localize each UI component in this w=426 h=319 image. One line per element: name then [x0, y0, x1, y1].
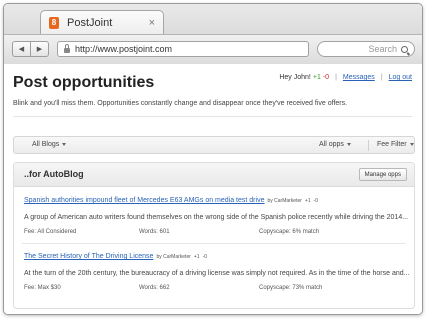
opportunity-author: by CarMarketer — [267, 198, 302, 204]
divider — [22, 243, 406, 244]
author-karma-positive: +1 — [304, 198, 311, 204]
browser-search-input[interactable]: Search — [317, 41, 415, 57]
chevron-down-icon — [346, 143, 351, 146]
navigation-bar: ◀ ▶ http://www.postjoint.com Search — [4, 34, 422, 64]
page-content: Post opportunities Hey John! +1 -0 | Mes… — [4, 64, 422, 314]
opportunity-title-row: Spanish authorities impound fleet of Mer… — [24, 197, 318, 204]
opportunity-excerpt: At the turn of the 20th century, the bur… — [24, 270, 410, 277]
opportunity-title-link[interactable]: Spanish authorities impound fleet of Mer… — [24, 197, 264, 204]
karma-negative: -0 — [322, 74, 330, 81]
opportunity-title-link[interactable]: The Secret History of The Driving Licens… — [24, 253, 153, 260]
forward-arrow-icon[interactable]: ▶ — [30, 42, 48, 56]
close-icon[interactable]: × — [149, 17, 155, 29]
logout-link[interactable]: Log out — [389, 74, 412, 81]
opportunity-copyscape: Copyscape: 6% match — [259, 229, 320, 235]
search-icon[interactable] — [401, 45, 408, 53]
browser-chrome: 8 PostJoint × ◀ ▶ http://www.postjoint.c… — [4, 4, 422, 64]
browser-tab[interactable]: 8 PostJoint × — [40, 10, 164, 34]
opportunity-fee: Fee: All Considered — [24, 229, 77, 235]
opportunity-fee: Fee: Max $30 — [24, 285, 61, 291]
all-opps-label: All opps — [319, 141, 344, 148]
browser-window: 8 PostJoint × ◀ ▶ http://www.postjoint.c… — [3, 3, 423, 315]
opportunity-words: Words: 662 — [139, 285, 170, 291]
user-bar: Hey John! +1 -0 | Messages | Log out — [279, 74, 412, 81]
lock-icon — [64, 43, 70, 53]
panel-header: ..for AutoBlog Manage opps — [14, 163, 414, 187]
panel-title: ..for AutoBlog — [24, 169, 84, 179]
karma-positive: +1 — [312, 74, 321, 81]
all-opps-dropdown[interactable]: All opps — [319, 141, 351, 148]
tab-title: PostJoint — [67, 16, 113, 29]
fee-filter-dropdown[interactable]: Fee Filter — [377, 141, 414, 148]
all-blogs-label: All Blogs — [32, 141, 60, 148]
messages-link[interactable]: Messages — [343, 74, 375, 81]
divider — [368, 140, 369, 151]
greeting: Hey John! — [279, 74, 311, 81]
search-placeholder: Search — [368, 44, 397, 54]
postjoint-favicon-icon: 8 — [49, 16, 59, 29]
author-karma-positive: +1 — [193, 254, 200, 260]
chevron-down-icon — [62, 143, 67, 146]
url-text: http://www.postjoint.com — [75, 44, 173, 54]
chevron-down-icon — [409, 143, 414, 146]
author-karma-negative: -0 — [313, 198, 319, 204]
opportunities-panel: ..for AutoBlog Manage opps Spanish autho… — [13, 162, 415, 309]
address-bar[interactable]: http://www.postjoint.com — [57, 41, 309, 57]
filter-bar: All Blogs All opps Fee Filter — [13, 136, 415, 154]
back-arrow-icon[interactable]: ◀ — [13, 42, 30, 56]
manage-opps-button[interactable]: Manage opps — [358, 168, 407, 181]
nav-buttons: ◀ ▶ — [12, 41, 49, 57]
opportunity-words: Words: 601 — [139, 229, 170, 235]
divider — [13, 116, 412, 117]
opportunity-author: by CarMarketer — [156, 254, 191, 260]
separator: | — [380, 74, 383, 81]
opportunity-copyscape: Copyscape: 73% match — [259, 285, 323, 291]
all-blogs-dropdown[interactable]: All Blogs — [32, 141, 67, 148]
intro-text: Blink and you'll miss them. Opportunitie… — [13, 100, 348, 107]
opportunity-excerpt: A group of American auto writers found t… — [24, 214, 409, 221]
separator: | — [335, 74, 337, 81]
page-title: Post opportunities — [13, 74, 155, 91]
fee-filter-label: Fee Filter — [377, 141, 407, 148]
author-karma-negative: -0 — [202, 254, 208, 260]
opportunity-title-row: The Secret History of The Driving Licens… — [24, 253, 207, 260]
